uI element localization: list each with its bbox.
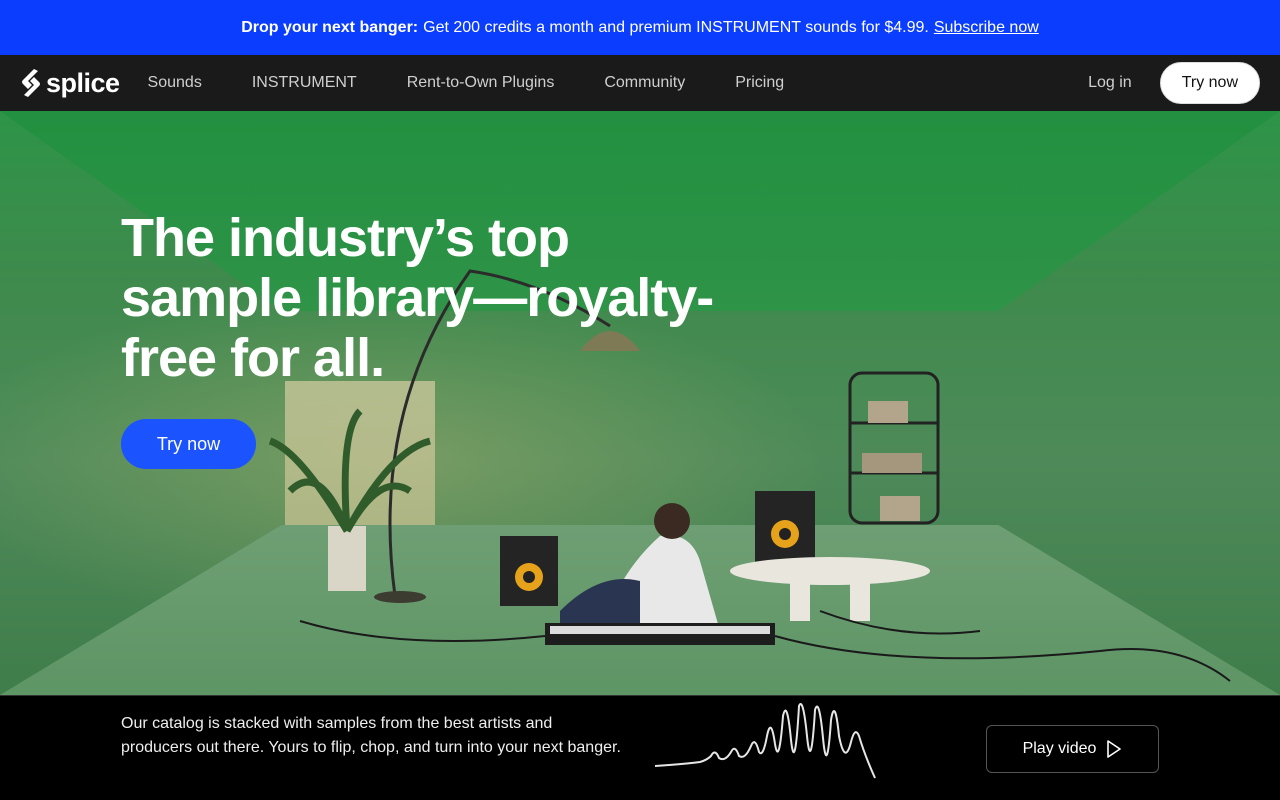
play-icon xyxy=(1107,740,1122,758)
login-link[interactable]: Log in xyxy=(1088,74,1132,92)
nav-link-pricing[interactable]: Pricing xyxy=(735,74,784,92)
nav-actions: Log in Try now xyxy=(1088,62,1260,104)
nav-link-rent-to-own-plugins[interactable]: Rent-to-Own Plugins xyxy=(407,74,555,92)
try-now-hero-button[interactable]: Try now xyxy=(121,419,256,469)
logo-wordmark: splice xyxy=(46,67,120,98)
splice-logo[interactable]: splice xyxy=(19,67,120,99)
play-video-button[interactable]: Play video xyxy=(986,725,1159,773)
promo-text: Get 200 credits a month and premium INST… xyxy=(423,18,929,36)
top-navigation: splice Sounds INSTRUMENT Rent-to-Own Plu… xyxy=(0,55,1280,111)
promo-banner: Drop your next banger: Get 200 credits a… xyxy=(0,0,1280,55)
subscribe-now-link[interactable]: Subscribe now xyxy=(934,19,1039,37)
catalog-description: Our catalog is stacked with samples from… xyxy=(121,715,621,756)
hero-headline: The industry’s top sample library—royalt… xyxy=(121,208,714,388)
play-video-label: Play video xyxy=(1022,740,1097,757)
hero-studio-image xyxy=(268,269,1231,682)
nav-link-community[interactable]: Community xyxy=(604,74,685,92)
nav-links: Sounds INSTRUMENT Rent-to-Own Plugins Co… xyxy=(148,74,835,92)
hero-section: The industry’s top sample library—royalt… xyxy=(0,111,1280,695)
catalog-section: Our catalog is stacked with samples from… xyxy=(0,695,1280,800)
promo-bold-text: Drop your next banger: xyxy=(241,18,419,36)
waveform-graphic xyxy=(655,703,876,779)
splice-logo-icon xyxy=(22,69,40,97)
try-now-nav-button[interactable]: Try now xyxy=(1159,62,1260,104)
nav-link-instrument[interactable]: INSTRUMENT xyxy=(252,74,357,92)
nav-link-sounds[interactable]: Sounds xyxy=(148,74,202,92)
